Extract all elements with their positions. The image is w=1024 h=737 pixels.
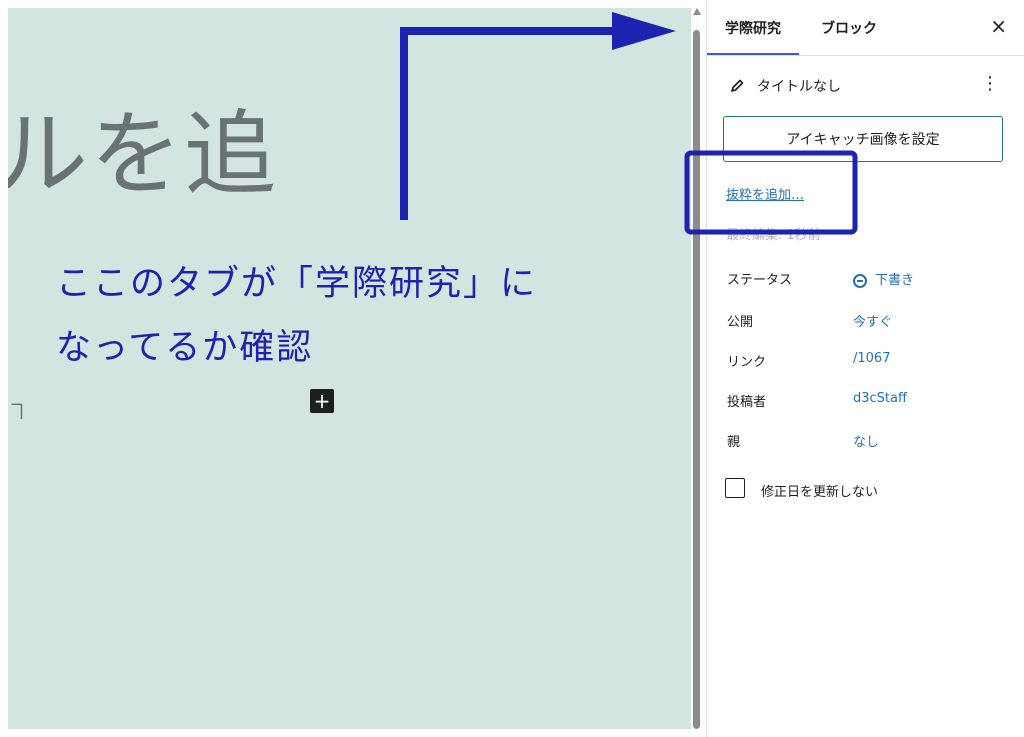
- annotation-line-1: ここのタブが「学際研究」に: [56, 264, 538, 304]
- status-value[interactable]: 下書き: [853, 269, 914, 288]
- add-excerpt-link[interactable]: 抜粋を追加…: [726, 184, 804, 203]
- link-label: リンク: [727, 355, 767, 370]
- settings-sidebar: 学際研究 ブロック × タイトルなし ⋮ アイキャッチ画像を設定 抜粋を追加… …: [706, 0, 1024, 737]
- parent-value[interactable]: なし: [853, 431, 879, 450]
- more-options-icon[interactable]: ⋮: [981, 73, 999, 94]
- author-value[interactable]: d3cStaff: [853, 391, 907, 406]
- tab-post[interactable]: 学際研究: [707, 18, 799, 55]
- document-title: タイトルなし: [757, 79, 841, 95]
- add-block-button[interactable]: +: [310, 389, 334, 413]
- close-icon[interactable]: ×: [990, 14, 1007, 38]
- scroll-up-arrow-icon[interactable]: [693, 8, 701, 15]
- keep-modified-date-label: 修正日を更新しない: [761, 485, 879, 500]
- pencil-icon: [731, 79, 744, 92]
- publish-value[interactable]: 今すぐ: [853, 311, 892, 330]
- status-value-text: 下書き: [875, 273, 915, 288]
- editor-canvas[interactable]: ルを追 ここのタブが「学際研究」に なってるか確認 ヿ +: [8, 8, 691, 729]
- author-label: 投稿者: [727, 395, 767, 410]
- publish-label: 公開: [727, 315, 754, 330]
- last-edited-text: 最終編集: 1秒前: [726, 228, 821, 243]
- status-label: ステータス: [727, 273, 793, 288]
- annotation-line-2: なってるか確認: [56, 328, 314, 368]
- parent-label: 親: [727, 435, 741, 450]
- draft-status-icon: [853, 273, 867, 288]
- sidebar-tabs: 学際研究 ブロック ×: [707, 0, 1024, 56]
- document-title-row: タイトルなし: [729, 76, 841, 96]
- post-title-fragment[interactable]: ルを追: [8, 80, 278, 213]
- paragraph-placeholder-fragment[interactable]: ヿ: [8, 398, 26, 424]
- link-value[interactable]: /1067: [853, 351, 890, 366]
- tab-block[interactable]: ブロック: [821, 18, 877, 38]
- keep-modified-date-checkbox[interactable]: [725, 478, 745, 498]
- annotation-text: ここのタブが「学際研究」に なってるか確認: [56, 252, 676, 380]
- set-featured-image-button[interactable]: アイキャッチ画像を設定: [723, 116, 1003, 162]
- scrollbar-thumb[interactable]: [693, 30, 700, 729]
